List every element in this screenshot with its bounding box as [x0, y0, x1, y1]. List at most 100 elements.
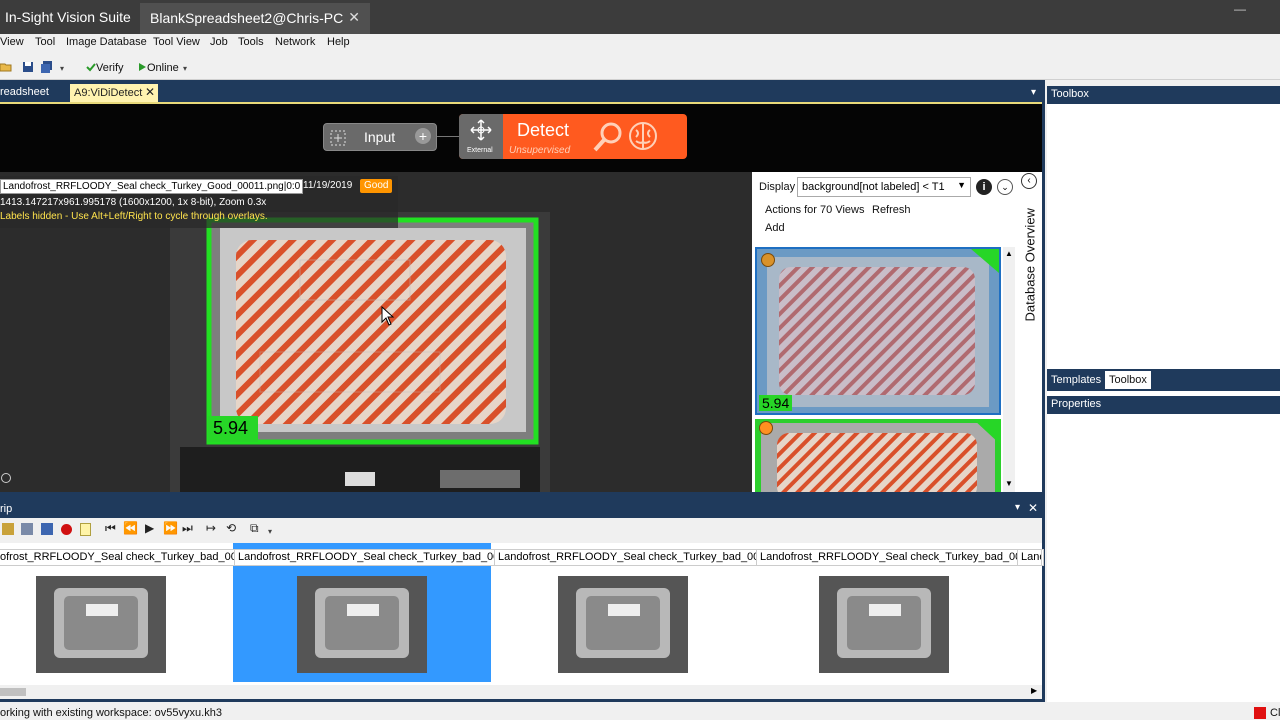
menu-view[interactable]: View — [0, 36, 24, 48]
pipeline-input-node[interactable]: Input + — [323, 123, 437, 151]
play-frame-icon[interactable]: ▶ — [145, 521, 154, 535]
origin-marker-icon — [1, 473, 11, 483]
database-thumb-2[interactable] — [755, 419, 1001, 492]
filmstrip-thumb-1[interactable] — [297, 576, 427, 673]
tab-vidi-detect[interactable]: A9:ViDiDetect ✕ — [70, 84, 158, 102]
first-frame-icon[interactable]: ⏮ — [105, 521, 116, 536]
add-node-icon[interactable]: + — [415, 128, 431, 144]
status-bar: orking with existing workspace: ov55vyxu… — [0, 706, 1280, 720]
loop-icon[interactable]: ⟲ — [226, 521, 236, 535]
menu-network[interactable]: Network — [275, 36, 315, 48]
panel-tabs: Templates Toolbox — [1047, 369, 1280, 391]
collapse-icon[interactable]: ⌄ — [997, 179, 1013, 195]
filter-icon[interactable]: ⧉ — [250, 521, 259, 536]
thumb-scrollbar[interactable]: ▲ ▼ — [1003, 247, 1015, 492]
thumb-image-3 — [819, 576, 949, 673]
move-cross-icon — [470, 119, 492, 141]
record-icon[interactable] — [61, 524, 72, 535]
scroll-thumb[interactable] — [0, 688, 26, 696]
add-button[interactable]: Add — [765, 222, 785, 234]
title-bar: In-Sight Vision Suite BlankSpreadsheet2@… — [0, 0, 1280, 34]
next-frame-icon[interactable]: ⏩ — [163, 521, 178, 535]
main-score-label: 5.94 — [208, 416, 258, 442]
actions-label[interactable]: Actions for 70 Views — [765, 204, 864, 216]
tab-toolbox[interactable]: Toolbox — [1105, 371, 1151, 389]
pipeline-detect-node[interactable]: External Detect Unsupervised — [459, 114, 687, 159]
tab-templates[interactable]: Templates — [1051, 374, 1101, 386]
filmstrip-label-1: Landofrost_RRFLOODY_Seal check_Turkey_ba… — [234, 549, 522, 566]
close-icon[interactable]: ✕ — [348, 9, 360, 26]
filmstrip-thumb-2[interactable] — [558, 576, 688, 673]
menu-image-database[interactable]: Image Database — [66, 36, 147, 48]
online-dropdown-icon[interactable]: ▾ — [183, 64, 187, 73]
menu-help[interactable]: Help — [327, 36, 350, 48]
tab-menu-icon[interactable]: ▾ — [1031, 87, 1036, 98]
main-toolbar: ▾ Verify Online ▾ — [0, 56, 1280, 80]
close-tab-icon[interactable]: ✕ — [145, 85, 155, 99]
document-tab-label: BlankSpreadsheet2@Chris-PC — [150, 10, 344, 26]
pipeline-input-label: Input — [364, 129, 396, 145]
filmstrip-header: rip ▾ ✕ — [0, 500, 1042, 518]
magnifier-icon — [593, 122, 622, 152]
minimize-button[interactable]: — — [1234, 2, 1246, 16]
info-icon[interactable]: i — [976, 179, 992, 195]
right-pane — [1047, 86, 1280, 702]
mouse-cursor-icon — [381, 306, 395, 326]
brain-icon — [629, 122, 657, 150]
external-label: External — [467, 147, 493, 154]
filmstrip-thumb-3[interactable] — [819, 576, 949, 673]
menu-job[interactable]: Job — [210, 36, 228, 48]
filmstrip-label-4: Lanc — [1017, 549, 1042, 566]
filmstrip-menu-icon[interactable]: ▾ — [1015, 502, 1020, 513]
previous-frame-icon[interactable]: ⏪ — [123, 521, 138, 535]
verify-button[interactable]: Verify — [96, 62, 124, 74]
save-images-icon[interactable] — [41, 523, 53, 535]
filmstrip-close-icon[interactable]: ✕ — [1028, 501, 1038, 515]
note-icon[interactable] — [80, 523, 91, 536]
app-title: In-Sight Vision Suite — [5, 9, 131, 25]
online-button[interactable]: Online — [147, 62, 179, 74]
image-date: 11/19/2019 — [303, 180, 353, 191]
display-select-value: background[not labeled] < T1 — [802, 181, 945, 193]
menu-tools[interactable]: Tools — [238, 36, 264, 48]
database-overview-tab[interactable]: Database Overview — [1022, 194, 1038, 324]
filmstrip-label-2: Landofrost_RRFLOODY_Seal check_Turkey_ba… — [494, 549, 782, 566]
last-frame-icon[interactable]: ⏭ — [182, 521, 193, 536]
filter-dropdown-icon[interactable]: ▾ — [268, 527, 272, 536]
scroll-down-icon[interactable]: ▼ — [1005, 479, 1013, 488]
external-roi-block[interactable]: External — [459, 114, 503, 159]
refresh-button[interactable]: Refresh — [872, 204, 911, 216]
thumb-status-dot — [761, 253, 775, 267]
scroll-up-icon[interactable]: ▲ — [1005, 249, 1013, 258]
pipeline-connector — [437, 136, 459, 137]
filmstrip-label-3: Landofrost_RRFLOODY_Seal check_Turkey_ba… — [756, 549, 1044, 566]
dropdown-arrow-icon[interactable]: ▾ — [60, 64, 64, 73]
record-folder-icon[interactable] — [21, 523, 33, 535]
menu-tool[interactable]: Tool — [35, 36, 55, 48]
step-icon[interactable]: ↦ — [206, 521, 216, 535]
back-arrow-icon[interactable]: ‹ — [1021, 173, 1037, 189]
filmstrip-thumb-0[interactable] — [36, 576, 166, 673]
labels-hint: Labels hidden - Use Alt+Left/Right to cy… — [0, 211, 268, 222]
tab-spreadsheet[interactable]: readsheet — [0, 86, 49, 98]
thumb-2-status-dot — [759, 421, 773, 435]
filmstrip-label-0: ofrost_RRFLOODY_Seal check_Turkey_bad_00… — [0, 549, 260, 566]
crop-region-icon — [330, 130, 346, 146]
database-panel: Display background[not labeled] < T1 ▼ i… — [752, 172, 1042, 492]
detect-label: Detect — [517, 120, 570, 140]
database-thumb-1[interactable]: 5.94 — [755, 247, 1001, 415]
save-all-icon[interactable] — [41, 61, 53, 73]
display-select[interactable]: background[not labeled] < T1 ▼ — [797, 177, 971, 197]
save-icon[interactable] — [22, 61, 34, 73]
image-filename: Landofrost_RRFLOODY_Seal check_Turkey_Go… — [0, 179, 304, 194]
menu-tool-view[interactable]: Tool View — [153, 36, 200, 48]
open-folder-icon[interactable] — [0, 61, 12, 73]
document-tab[interactable]: BlankSpreadsheet2@Chris-PC ✕ — [140, 3, 370, 34]
document-tabs: readsheet A9:ViDiDetect ✕ ▾ — [0, 84, 1042, 102]
filmstrip-scrollbar[interactable]: ▶ — [0, 685, 1042, 699]
filmstrip-toolbar: ⏮ ⏪ ▶ ⏩ ⏭ ↦ ⟲ ⧉ ▾ — [0, 518, 1042, 543]
detect-subtitle: Unsupervised — [509, 145, 571, 156]
scroll-right-icon[interactable]: ▶ — [1031, 686, 1037, 695]
load-image-icon[interactable] — [2, 523, 14, 535]
filmstrip-title: rip — [0, 503, 13, 515]
